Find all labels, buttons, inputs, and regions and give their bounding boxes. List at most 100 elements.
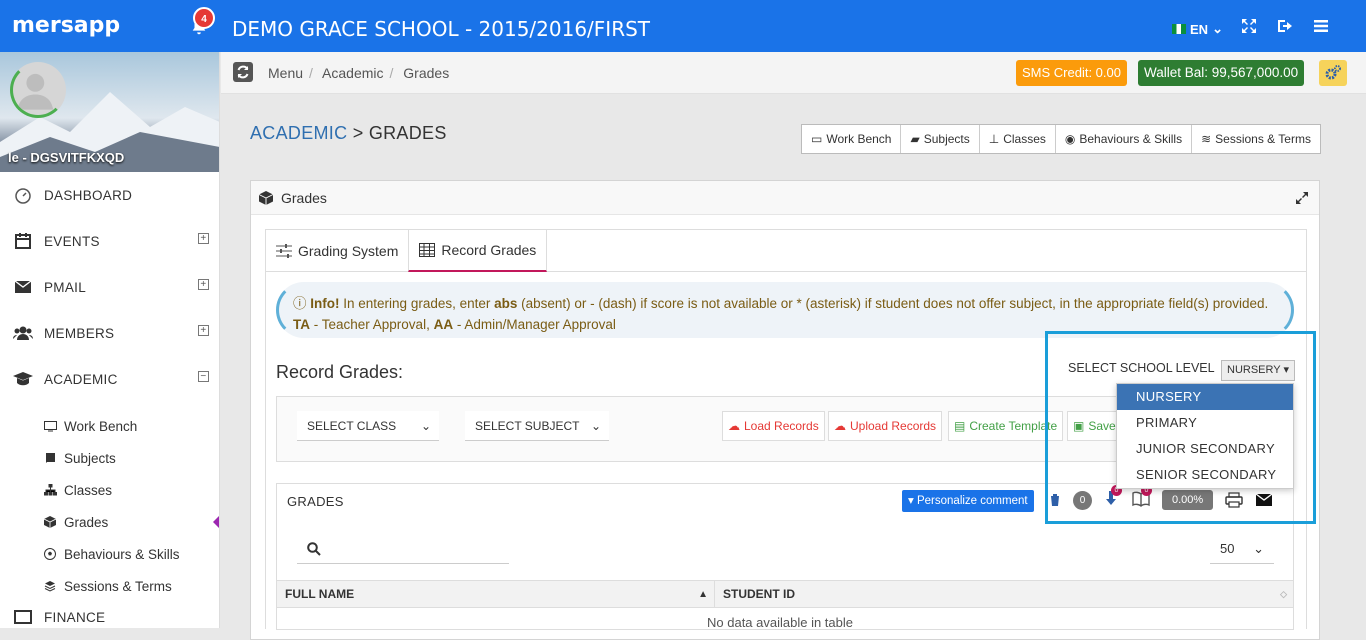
column-label: STUDENT ID [723,587,795,601]
fullscreen-icon[interactable] [1240,17,1258,35]
quick-link-work-bench[interactable]: ▭ Work Bench [802,125,902,153]
sidebar-subitem-behaviours-skills[interactable]: Behaviours & Skills [0,538,219,570]
sidebar-item-finance[interactable]: FINANCE [0,602,219,628]
sitemap-icon [44,484,58,496]
sidebar-item-dashboard[interactable]: DASHBOARD [0,172,219,218]
chevron-down-icon: ⌄ [1212,21,1223,36]
cube-icon [259,190,273,205]
quick-link-classes[interactable]: ⊥ Classes [980,125,1056,153]
sms-credit-badge[interactable]: SMS Credit: 0.00 [1016,60,1127,86]
notification-badge: 4 [193,7,215,29]
monitor-icon [44,420,58,432]
sidebar-subitem-work-bench[interactable]: Work Bench [0,410,219,442]
language-label: EN [1190,21,1209,37]
tab-label: Record Grades [441,242,537,258]
page-title: ACADEMIC > GRADES [250,123,447,144]
collapse-minus-icon[interactable]: − [198,371,209,382]
soccer-ball-icon: ◉ [1064,132,1076,146]
page-title-rest: > GRADES [347,123,447,143]
panel-header: Grades [251,181,1319,215]
expand-plus-icon[interactable]: + [198,233,209,244]
record-grades-title: Record Grades: [276,362,404,382]
select-class-value: SELECT CLASS [307,419,397,433]
breadcrumb-separator: / [389,65,394,81]
info-abs: abs [494,296,518,311]
book-icon: ▰ [910,132,920,146]
sidebar-item-label: ACADEMIC [44,371,118,387]
sidebar-subitem-sessions-terms[interactable]: Sessions & Terms [0,570,219,602]
sidebar-item-academic[interactable]: ACADEMIC − [0,356,219,402]
sidebar: le - DGSVITFKXQD DASHBOARD EVENTS + PMAI… [0,52,220,628]
profile-card: le - DGSVITFKXQD [0,52,219,172]
refresh-icon[interactable] [233,62,253,82]
upload-records-button[interactable]: ☁ Upload Records [828,411,943,441]
personalize-comment-button[interactable]: ▾ Personalize comment [902,490,1034,512]
soccer-ball-icon [44,548,58,560]
table-icon [419,243,436,257]
book-icon [44,452,58,464]
quick-link-label: Behaviours & Skills [1079,132,1183,146]
sort-both-icon: ◇ [1280,588,1287,599]
button-label: Personalize comment [916,495,1028,507]
grades-section-title: GRADES [287,494,344,509]
app-logo[interactable]: mersapp [12,13,120,38]
table-search[interactable] [297,534,509,564]
button-label: Upload Records [850,419,937,433]
info-circle-icon: ⓘ [293,296,307,311]
quick-link-behaviours-skills[interactable]: ◉ Behaviours & Skills [1056,125,1193,153]
sidebar-subitem-label: Behaviours & Skills [64,546,180,562]
search-icon [307,542,321,556]
tab-grading-system[interactable]: Grading System [266,230,408,272]
info-ta: TA [293,317,310,332]
sidebar-subitem-grades[interactable]: Grades [0,506,219,538]
info-text-2: (absent) or - (dash) if score is not ava… [517,296,1269,311]
wallet-balance-badge[interactable]: Wallet Bal: 99,567,000.00 [1138,60,1305,86]
sidebar-subitem-label: Classes [64,482,113,498]
load-records-button[interactable]: ☁ Load Records [722,411,825,441]
column-header-student-id[interactable]: STUDENT ID ◇ [715,581,1293,607]
select-subject[interactable]: SELECT SUBJECT ⌄ [465,411,609,441]
avatar[interactable] [10,62,66,118]
quick-link-subjects[interactable]: ▰ Subjects [901,125,980,153]
sidebar-subitem-classes[interactable]: Classes [0,474,219,506]
chevron-down-icon: ⌄ [1253,541,1264,556]
info-aa: AA [433,317,454,332]
quick-link-label: Sessions & Terms [1215,132,1311,146]
button-label: Create Template [969,419,1058,433]
quick-link-label: Subjects [923,132,970,146]
settings-gears-button[interactable] [1319,60,1347,86]
menu-icon[interactable] [1312,17,1330,35]
expand-plus-icon[interactable]: + [198,325,209,336]
breadcrumb-academic[interactable]: Academic [322,65,383,81]
sidebar-item-events[interactable]: EVENTS + [0,218,219,264]
quick-links: ▭ Work Bench ▰ Subjects ⊥ Classes ◉ Behaviou… [801,124,1321,154]
button-label: Load Records [744,419,819,433]
sidebar-item-label: EVENTS [44,233,100,249]
column-header-full-name[interactable]: FULL NAME ▲ [277,581,715,607]
chevron-down-icon: ⌄ [590,419,601,433]
sidebar-item-pmail[interactable]: PMAIL + [0,264,219,310]
tab-record-grades[interactable]: Record Grades [408,230,548,272]
calendar-icon [12,232,34,250]
language-selector[interactable]: EN ⌄ [1172,21,1223,37]
expand-plus-icon[interactable]: + [198,279,209,290]
active-caret-icon [213,516,219,528]
sliders-icon [276,244,292,258]
quick-link-sessions-terms[interactable]: ≋ Sessions & Terms [1192,125,1320,153]
page-size-select[interactable]: 50 ⌄ [1210,534,1274,564]
page-title-link[interactable]: ACADEMIC [250,123,347,143]
sidebar-subitem-label: Sessions & Terms [64,578,172,594]
breadcrumb-menu[interactable]: Menu [268,65,303,81]
tab-label: Grading System [298,243,399,259]
select-class[interactable]: SELECT CLASS ⌄ [297,411,439,441]
expand-icon[interactable] [1295,191,1309,205]
logout-icon[interactable] [1276,17,1294,35]
highlight-box [1045,331,1316,524]
breadcrumb-separator: / [309,65,313,81]
sidebar-item-members[interactable]: MEMBERS + [0,310,219,356]
finance-icon [12,608,34,626]
sort-asc-icon: ▲ [698,588,708,600]
sidebar-subitem-label: Grades [64,514,109,530]
sidebar-subitem-subjects[interactable]: Subjects [0,442,219,474]
info-text-3: - Teacher Approval, [310,317,434,332]
